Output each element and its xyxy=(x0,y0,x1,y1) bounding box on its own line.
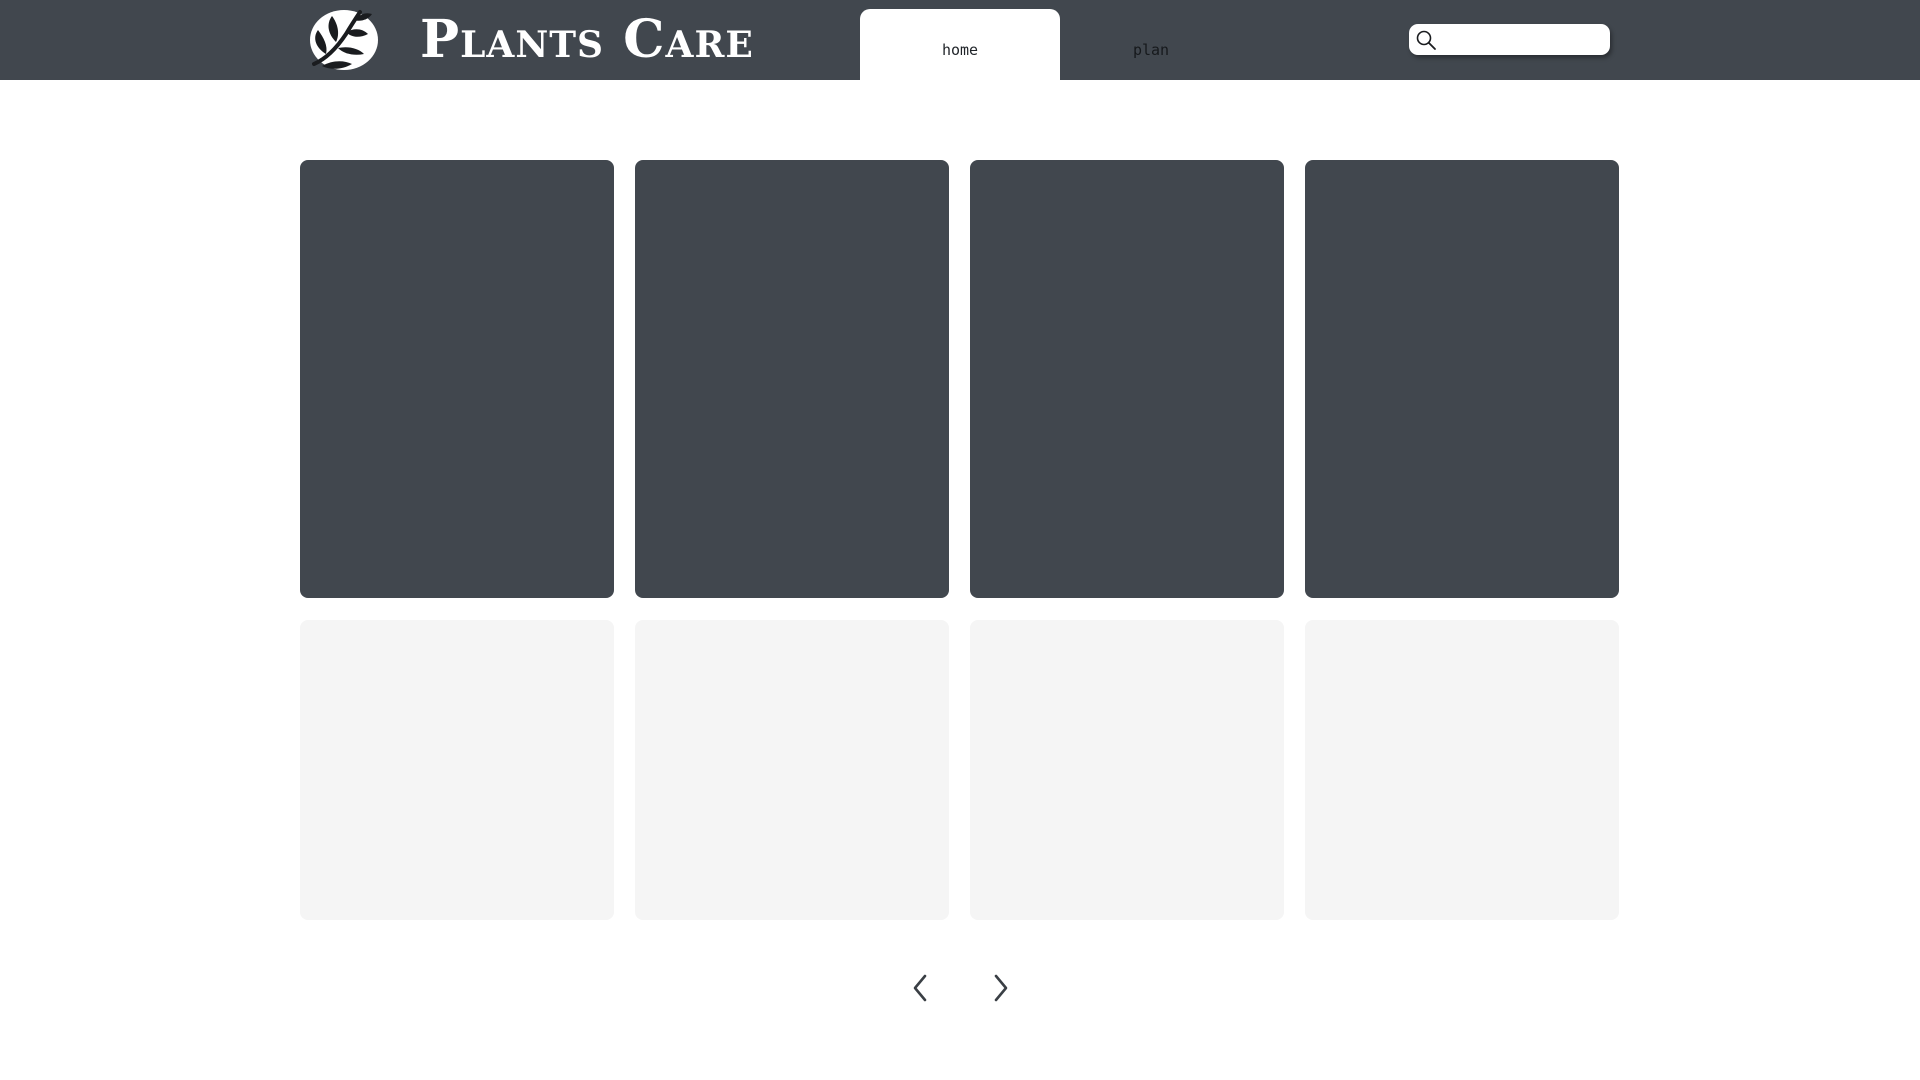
pagination xyxy=(900,968,1020,1008)
plant-card-info[interactable] xyxy=(300,620,614,920)
plant-card-image[interactable] xyxy=(1305,160,1619,598)
tab-plan[interactable]: plan xyxy=(1051,9,1251,80)
previous-page-button[interactable] xyxy=(900,968,940,1008)
next-page-button[interactable] xyxy=(981,968,1021,1008)
main-tabs: home plan xyxy=(860,9,1251,80)
plant-card-info[interactable] xyxy=(1305,620,1619,920)
cards-row-bottom xyxy=(300,620,1622,920)
plant-card-image[interactable] xyxy=(635,160,949,598)
plant-card-image[interactable] xyxy=(970,160,1284,598)
search-icon[interactable] xyxy=(1415,29,1437,51)
brand-name: Plants Care xyxy=(420,9,754,70)
tab-home[interactable]: home xyxy=(860,9,1060,80)
search-input[interactable] xyxy=(1437,24,1627,55)
tab-home-label: home xyxy=(941,40,979,59)
leaf-branch-logo-icon xyxy=(310,10,378,70)
cards-row-top xyxy=(300,160,1622,598)
tab-plan-label: plan xyxy=(1132,40,1170,59)
plant-card-info[interactable] xyxy=(970,620,1284,920)
plant-card-image[interactable] xyxy=(300,160,614,598)
top-nav-bar: Plants Care home plan xyxy=(0,0,1920,80)
plant-card-info[interactable] xyxy=(635,620,949,920)
chevron-right-icon xyxy=(994,974,1008,1002)
brand[interactable]: Plants Care xyxy=(308,8,754,72)
chevron-left-icon xyxy=(913,974,927,1002)
plant-cards-grid xyxy=(300,160,1622,920)
search-box xyxy=(1409,24,1627,55)
